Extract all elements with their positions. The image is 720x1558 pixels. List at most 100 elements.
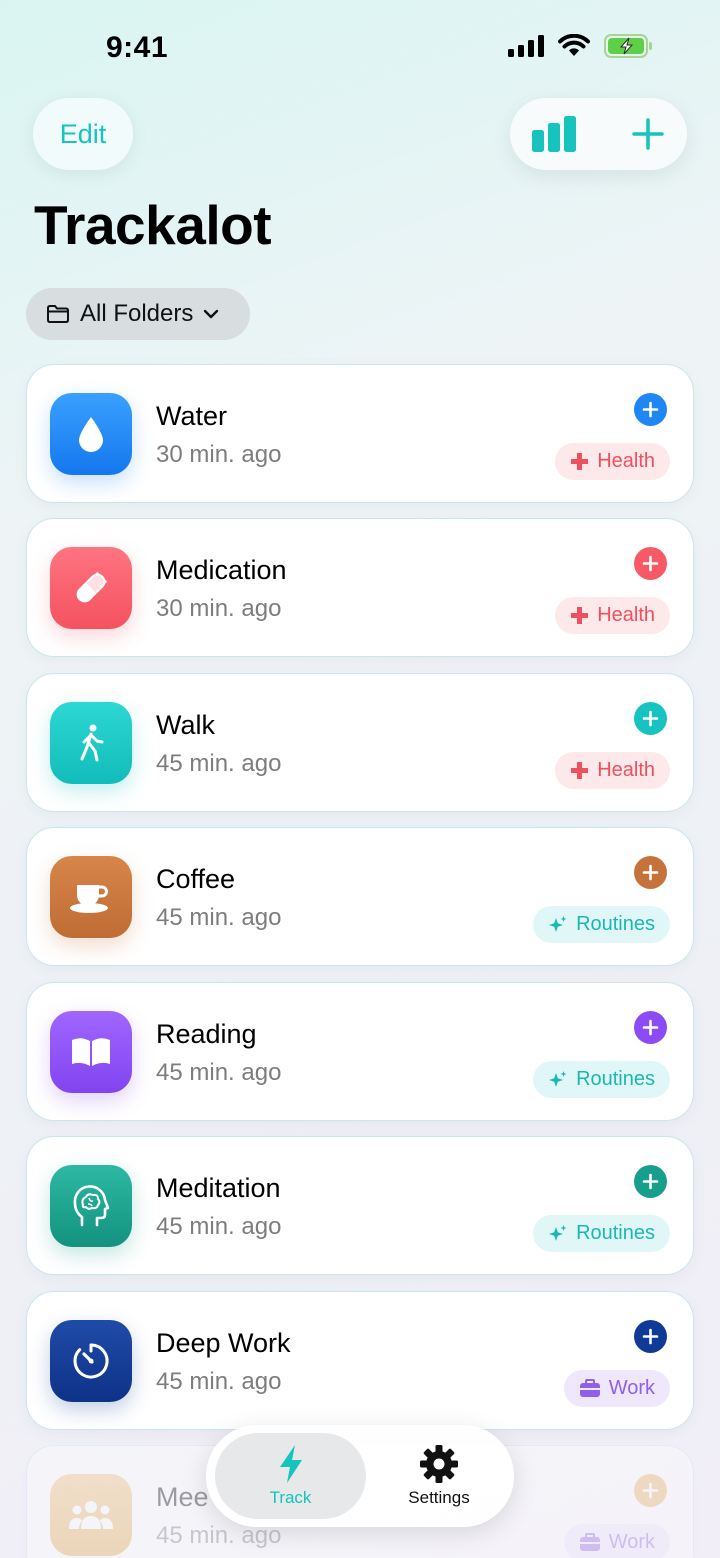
statistics-button[interactable] <box>530 116 578 152</box>
tracker-last-logged: 30 min. ago <box>156 441 282 468</box>
coffee-cup-icon <box>70 885 108 913</box>
sparkles-icon <box>549 1070 567 1087</box>
folder-tag-label: Health <box>597 450 655 472</box>
people-icon <box>69 1501 113 1529</box>
folder-tag: Work <box>563 1524 670 1558</box>
log-entry-button[interactable] <box>634 1165 667 1198</box>
tab-track[interactable]: Track <box>215 1433 366 1519</box>
book-icon <box>72 1038 110 1066</box>
sparkles-icon <box>549 1224 567 1241</box>
plus-icon <box>642 401 659 418</box>
edit-button[interactable]: Edit <box>33 98 133 170</box>
tracker-card-meditation[interactable]: Meditation 45 min. ago Routines <box>26 1136 694 1275</box>
folder-tag: Routines <box>533 1061 670 1098</box>
folder-label: All Folders <box>80 300 194 327</box>
tracker-icon <box>50 856 132 938</box>
tracker-card-reading[interactable]: Reading 45 min. ago Routines <box>26 982 694 1121</box>
header-action-pill <box>510 98 687 170</box>
log-entry-button[interactable] <box>634 1474 667 1507</box>
tracker-name: Water <box>156 401 228 431</box>
plus-icon <box>642 1173 659 1190</box>
tracker-last-logged: 30 min. ago <box>156 595 282 622</box>
tracker-icon <box>50 393 132 475</box>
log-entry-button[interactable] <box>634 856 667 889</box>
folder-tag: Routines <box>533 906 670 943</box>
folder-tag: Routines <box>533 1215 670 1252</box>
tracker-icon <box>50 1011 132 1093</box>
tracker-icon <box>50 1320 132 1402</box>
plus-icon <box>642 710 659 727</box>
tracker-card-deep-work[interactable]: Deep Work 45 min. ago Work <box>26 1291 694 1430</box>
folder-tag-label: Routines <box>576 1222 655 1244</box>
folder-tag-label: Health <box>597 604 655 626</box>
folder-tag: Health <box>555 597 670 634</box>
log-entry-button[interactable] <box>634 393 667 426</box>
tab-bar: Track Settings <box>206 1425 514 1527</box>
log-entry-button[interactable] <box>634 1320 667 1353</box>
tracker-card-medication[interactable]: Medication 30 min. ago Health <box>26 518 694 657</box>
status-time: 9:41 <box>106 31 169 64</box>
tracker-last-logged: 45 min. ago <box>156 1368 282 1395</box>
plus-icon <box>642 1482 659 1499</box>
tracker-name: Mee <box>156 1482 209 1512</box>
folder-selector[interactable]: All Folders <box>26 288 250 340</box>
status-bar: 9:41 <box>0 0 720 96</box>
walking-person-icon <box>80 724 104 762</box>
tracker-last-logged: 45 min. ago <box>156 1059 282 1086</box>
plus-icon <box>632 118 664 150</box>
plus-icon <box>642 1328 659 1345</box>
page-title: Trackalot <box>34 194 272 256</box>
bar-chart-icon <box>532 116 576 152</box>
folder-tag: Work <box>563 1370 670 1407</box>
water-drop-icon <box>79 417 103 452</box>
tracker-icon <box>50 547 132 629</box>
tracker-icon <box>50 702 132 784</box>
tab-track-label: Track <box>269 1488 312 1507</box>
folder-tag-label: Routines <box>576 1068 655 1090</box>
tracker-name: Coffee <box>156 864 236 894</box>
log-entry-button[interactable] <box>634 702 667 735</box>
tab-settings-label: Settings <box>408 1488 470 1507</box>
tracker-last-logged: 45 min. ago <box>156 904 282 931</box>
log-entry-button[interactable] <box>634 1011 667 1044</box>
tracker-name: Medication <box>156 555 287 585</box>
timer-icon <box>73 1343 109 1379</box>
folder-tag: Health <box>555 443 670 480</box>
tracker-last-logged: 45 min. ago <box>156 750 282 777</box>
folder-tag-label: Routines <box>576 913 655 935</box>
pill-icon <box>76 571 108 603</box>
medical-cross-icon <box>571 607 589 624</box>
chevron-down-icon <box>204 309 219 319</box>
cellular-signal-icon <box>508 35 544 57</box>
medical-cross-icon <box>571 762 589 779</box>
tracker-card-coffee[interactable]: Coffee 45 min. ago Routines <box>26 827 694 966</box>
tracker-card-walk[interactable]: Walk 45 min. ago Health <box>26 673 694 812</box>
log-entry-button[interactable] <box>634 547 667 580</box>
tracker-card-water[interactable]: Water 30 min. ago Health <box>26 364 694 503</box>
briefcase-icon <box>579 1533 600 1551</box>
tab-settings[interactable]: Settings <box>374 1433 504 1519</box>
medical-cross-icon <box>571 453 589 470</box>
brain-head-icon <box>73 1185 110 1227</box>
folder-tag-label: Work <box>608 1377 655 1399</box>
tracker-name: Reading <box>156 1019 257 1049</box>
tracker-name: Deep Work <box>156 1328 291 1358</box>
add-tracker-button[interactable] <box>632 118 664 150</box>
sparkles-icon <box>549 915 567 932</box>
tracker-icon <box>50 1474 132 1556</box>
lightning-bolt-icon <box>279 1445 302 1483</box>
tracker-icon <box>50 1165 132 1247</box>
plus-icon <box>642 1019 659 1036</box>
folder-tag-label: Health <box>597 759 655 781</box>
folder-icon <box>47 305 69 323</box>
battery-charging-icon <box>604 34 652 58</box>
gear-icon <box>420 1445 458 1483</box>
status-icons <box>508 34 654 58</box>
wifi-icon <box>558 34 590 56</box>
briefcase-icon <box>579 1379 600 1397</box>
tracker-last-logged: 45 min. ago <box>156 1213 282 1240</box>
folder-tag-label: Work <box>608 1531 655 1553</box>
plus-icon <box>642 864 659 881</box>
folder-tag: Health <box>555 752 670 789</box>
tracker-name: Meditation <box>156 1173 281 1203</box>
